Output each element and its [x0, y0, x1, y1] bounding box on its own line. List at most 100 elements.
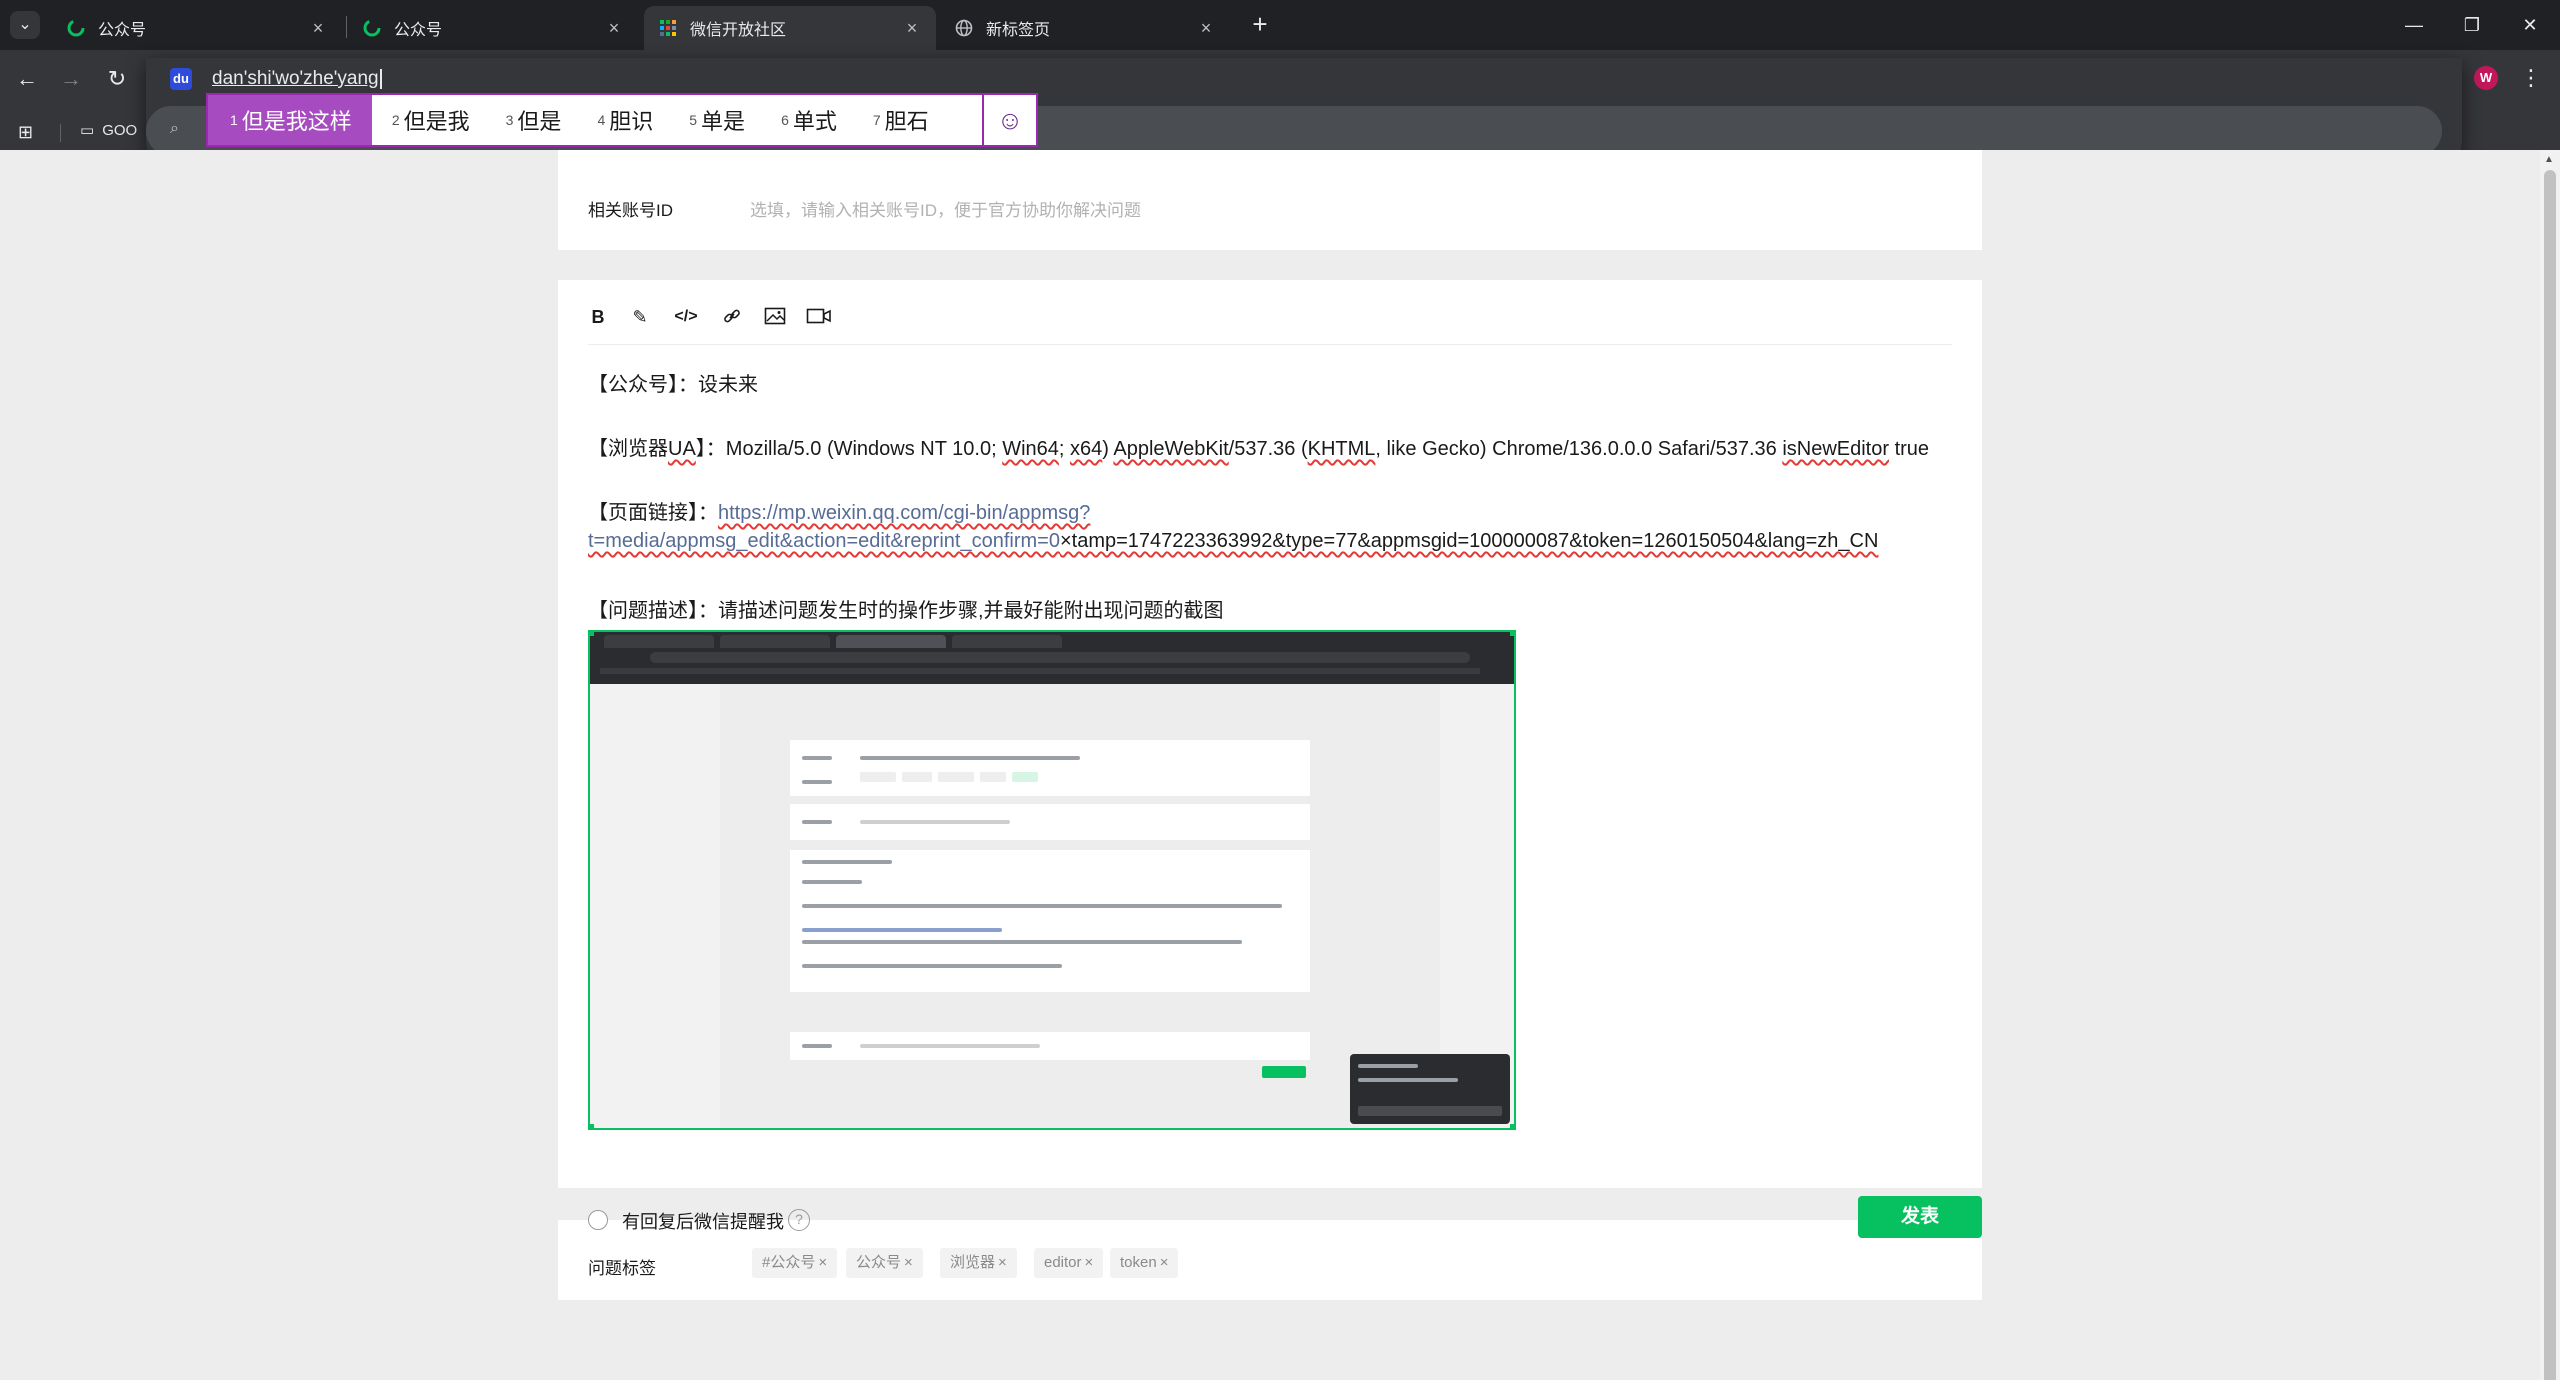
ua-label-tag: UA [668, 438, 696, 460]
resize-handle[interactable] [590, 632, 594, 636]
back-button[interactable]: ← [10, 62, 44, 96]
remind-me-label: 有回复后微信提醒我 [622, 1212, 784, 1232]
resize-handle[interactable] [590, 1124, 594, 1128]
candidate-number: 4 [597, 112, 606, 128]
wechat-open-community-icon [660, 20, 676, 36]
tab-divider [346, 16, 347, 38]
code-icon[interactable]: </> [672, 306, 700, 328]
resize-handle[interactable] [1510, 1124, 1514, 1128]
ime-candidate-3[interactable]: 3 但是 [486, 95, 578, 145]
tag-chip[interactable]: token × [1110, 1248, 1179, 1278]
account-id-label: 相关账号ID [588, 201, 673, 220]
address-bar-input[interactable]: dan'shi'wo'zhe'yang [212, 66, 382, 92]
restore-button[interactable]: ❐ [2452, 8, 2492, 42]
screenshot-text [802, 928, 1002, 932]
editor-line-problem[interactable]: 【问题描述】：请描述问题发生时的操作步骤,并最好能附出现问题的截图 [588, 594, 1224, 623]
ime-candidate-4[interactable]: 4 胆识 [577, 95, 669, 145]
screenshot-text [1358, 1078, 1458, 1082]
tag-chip[interactable]: 公众号 × [846, 1248, 923, 1278]
publish-button[interactable]: 发表 [1858, 1196, 1982, 1238]
screenshot-text [860, 756, 1080, 760]
tag-chip[interactable]: editor × [1034, 1248, 1104, 1278]
ime-candidate-bar: 1 但是我这样 2 但是我 3 但是 4 胆识 5 单是 6 单式 7 胆石 ☺ [206, 93, 1038, 147]
highlight-pen-icon[interactable]: ✎ [630, 306, 650, 328]
close-icon[interactable]: × [1196, 18, 1216, 39]
bold-icon[interactable]: B [588, 306, 608, 328]
help-icon[interactable]: ? [788, 1209, 810, 1231]
link-icon[interactable] [722, 306, 742, 328]
apps-grid-icon[interactable]: ⊞ [18, 122, 40, 144]
screenshot-text [1358, 1064, 1418, 1068]
screenshot-url-bar [650, 652, 1470, 663]
close-icon[interactable]: × [308, 18, 328, 39]
tab-title: 公众号 [98, 22, 147, 39]
wechat-mp-icon [363, 19, 381, 37]
candidate-number: 1 [230, 112, 238, 128]
tag-chip[interactable]: #公众号 × [752, 1248, 838, 1278]
candidate-number: 6 [781, 112, 789, 128]
tag-text: #公众号 [762, 1254, 816, 1271]
tab-gongzhonghao-1[interactable]: 公众号 × [52, 6, 342, 50]
bookmark-folder[interactable]: ▭ GOO [80, 121, 138, 140]
tag-remove-icon[interactable]: × [1085, 1254, 1094, 1271]
close-icon[interactable]: × [902, 18, 922, 39]
editor-line-ua[interactable]: 【浏览器UA】：Mozilla/5.0 (Windows NT 10.0; Wi… [588, 432, 1929, 461]
ime-candidate-1[interactable]: 1 但是我这样 [208, 95, 372, 145]
reload-button[interactable]: ↻ [100, 62, 134, 96]
tab-title: 新标签页 [986, 22, 1051, 39]
ua-text: /537.36 ( [1228, 438, 1308, 460]
tab-new-tab[interactable]: 新标签页 × [940, 6, 1230, 50]
page-url-text: ×tamp=1747223363992&type=77&appmsgid=100… [1059, 530, 1879, 552]
account-id-input[interactable]: 选填，请输入相关账号ID，便于官方协助你解决问题 [750, 196, 1950, 221]
ua-text: 】：Mozilla/5.0 (Windows NT 10.0; [695, 438, 1003, 460]
bookmark-folder-label: GOO [102, 121, 138, 139]
screenshot-chip [1012, 772, 1038, 782]
ua-text: ; [1058, 438, 1071, 460]
profile-avatar[interactable]: W [2474, 66, 2498, 90]
candidate-number: 7 [872, 112, 881, 128]
candidate-text: 单是 [701, 109, 746, 134]
page-url-link[interactable]: t=media/appmsg_edit&action=edit&reprint_… [588, 530, 1060, 552]
tag-remove-icon[interactable]: × [998, 1254, 1007, 1271]
ime-candidate-5[interactable]: 5 单是 [669, 95, 761, 145]
screenshot-tab [604, 635, 714, 648]
video-icon[interactable] [806, 306, 832, 328]
forward-button[interactable]: → [54, 62, 88, 96]
ime-candidate-2[interactable]: 2 但是我 [372, 95, 486, 145]
chrome-menu-icon[interactable]: ⋮ [2520, 64, 2542, 92]
tab-gongzhonghao-2[interactable]: 公众号 × [348, 6, 638, 50]
ua-text: ) [1102, 438, 1114, 460]
scroll-up-arrow-icon[interactable]: ▲ [2544, 154, 2554, 165]
screenshot-chip [860, 772, 896, 782]
resize-handle[interactable] [1510, 632, 1514, 636]
wechat-mp-icon [67, 19, 85, 37]
tag-remove-icon[interactable]: × [904, 1254, 913, 1271]
minimize-button[interactable]: — [2394, 8, 2434, 42]
embedded-screenshot[interactable] [588, 630, 1516, 1130]
image-icon[interactable] [764, 306, 786, 328]
new-tab-button[interactable]: + [1245, 10, 1275, 40]
screenshot-text [860, 820, 1010, 824]
emoji-icon[interactable]: ☺ [982, 95, 1036, 145]
account-id-card: 相关账号ID 选填，请输入相关账号ID，便于官方协助你解决问题 [558, 150, 1982, 250]
ime-candidate-6[interactable]: 6 单式 [761, 95, 853, 145]
remind-me-checkbox[interactable] [588, 1210, 608, 1230]
tab-search-menu-button[interactable]: ⌄ [10, 11, 40, 39]
editor-line-account[interactable]: 【公众号】：设未来 [588, 368, 758, 397]
page-scrollbar[interactable]: ▲ [2540, 150, 2560, 1380]
window-close-button[interactable]: ✕ [2510, 8, 2550, 42]
close-icon[interactable]: × [604, 18, 624, 39]
search-icon: ⌕ [170, 120, 179, 137]
tag-remove-icon[interactable]: × [818, 1254, 827, 1271]
ua-applewebkit: AppleWebKit [1113, 438, 1229, 460]
page-url-link[interactable]: https://mp.weixin.qq.com/cgi-bin/appmsg? [718, 502, 1090, 524]
editor-line-link-cont[interactable]: t=media/appmsg_edit&action=edit&reprint_… [588, 530, 1878, 553]
tag-remove-icon[interactable]: × [1160, 1254, 1169, 1271]
editor-line-link[interactable]: 【页面链接】：https://mp.weixin.qq.com/cgi-bin/… [588, 496, 1090, 525]
tab-wechat-open-community[interactable]: 微信开放社区 × [644, 6, 936, 50]
ua-text: , like Gecko) Chrome/136.0.0.0 Safari/53… [1375, 438, 1783, 460]
tag-chip[interactable]: 浏览器 × [940, 1248, 1017, 1278]
ime-candidate-7[interactable]: 7 胆石 [853, 95, 945, 145]
screenshot-text [802, 820, 832, 824]
scrollbar-thumb[interactable] [2544, 170, 2556, 1380]
